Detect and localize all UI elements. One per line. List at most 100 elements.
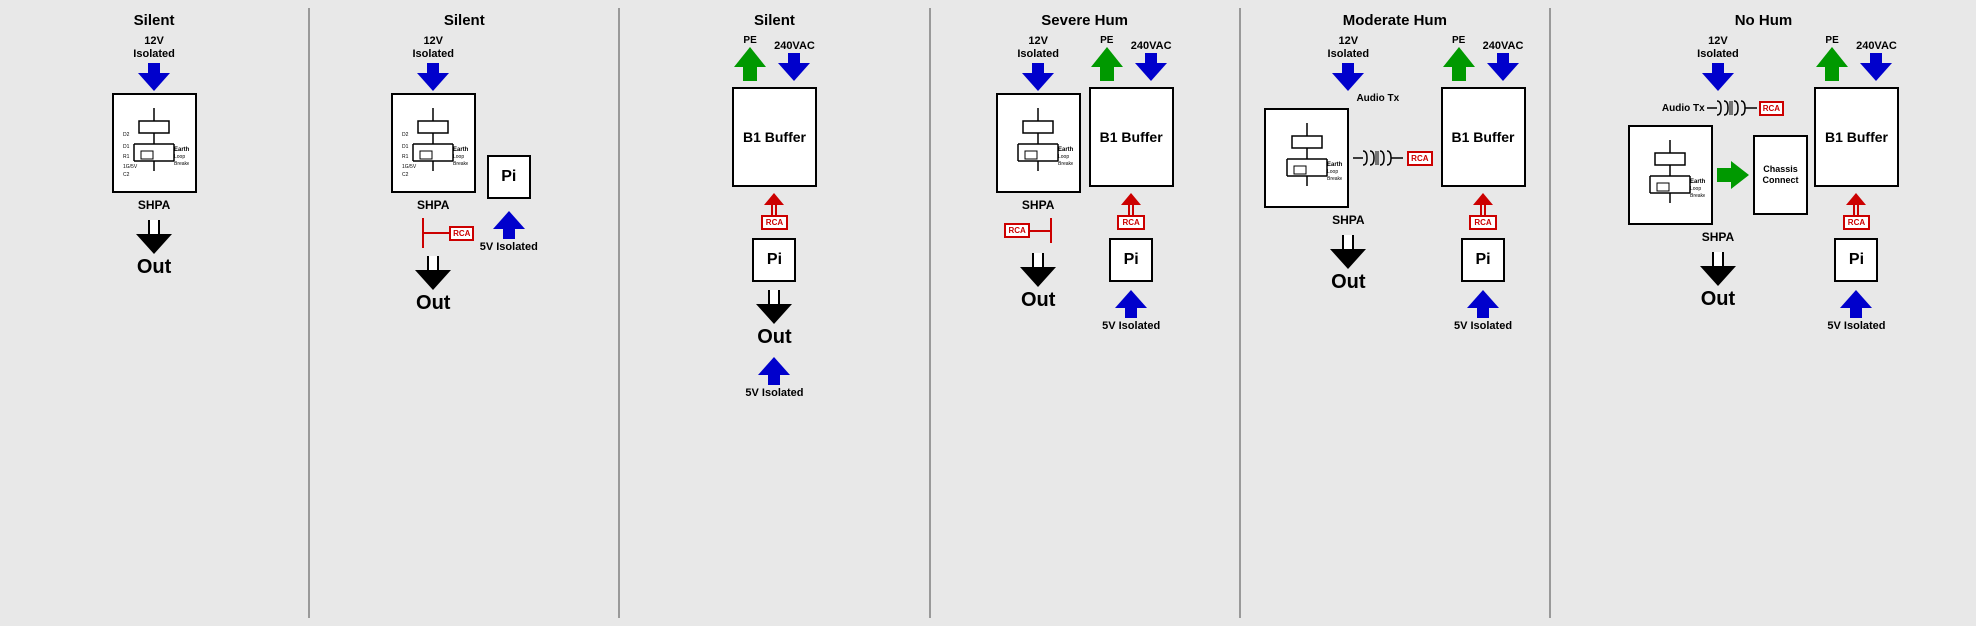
b1-box-3: B1 Buffer [732, 87, 817, 187]
svg-text:Breaker: Breaker [1327, 176, 1342, 182]
svg-text:Breaker: Breaker [453, 161, 468, 167]
pe-label-4: PE [1100, 35, 1113, 47]
scenario-2-col1: 12V Isolated [391, 35, 476, 315]
rca-up-5: RCA [1469, 193, 1496, 230]
blue-down-arrow-5 [1332, 63, 1364, 91]
divider-1 [308, 8, 310, 618]
rca-up-3: RCA [761, 193, 788, 230]
scenario-1: Silent 12V Isolated [4, 8, 304, 618]
rca-badge-6b: RCA [1843, 215, 1870, 230]
circuit-svg-5: Earth Loop Breaker [1272, 121, 1342, 196]
svg-text:Breaker: Breaker [174, 161, 189, 167]
circuit-svg-1: Earth Loop Breaker D2 D1 R1 1G/5V C2 100… [119, 106, 189, 181]
rca-badge-5b: RCA [1469, 215, 1496, 230]
shpa-box-4: Earth Loop Breaker [996, 93, 1081, 193]
240vac-label-3: 240VAC [774, 40, 815, 53]
green-up-arrow-4 [1091, 47, 1123, 81]
b1-label-3: B1 Buffer [743, 129, 806, 145]
shpa-box-5: Earth Loop Breaker [1264, 108, 1349, 208]
5v-up-arrow-4 [1115, 290, 1147, 318]
out-arrow-2 [415, 256, 451, 290]
scenario-6: No Hum 12V Isolated Audio Tx [1555, 8, 1972, 618]
out-label-4: Out [1021, 289, 1055, 312]
svg-text:Earth: Earth [1690, 179, 1705, 185]
rca-badge-4b: RCA [1117, 215, 1144, 230]
b1-box-6: B1 Buffer [1814, 87, 1899, 187]
240vac-label-4: 240VAC [1131, 40, 1172, 53]
b1-label-4: B1 Buffer [1100, 129, 1163, 145]
scenario-1-title: Silent [134, 12, 175, 29]
blue-down-arrow-2 [417, 63, 449, 91]
out-arrow-3 [756, 290, 792, 324]
scenario-5-shpa-col: 12V Isolated Audio Tx [1264, 35, 1432, 294]
scenario-3: Silent PE 240VAC [624, 8, 924, 618]
out-label-6: Out [1701, 288, 1735, 311]
shpa-label-5: SHPA [1332, 213, 1364, 227]
scenario-3-title: Silent [754, 12, 795, 29]
svg-text:100n: 100n [123, 180, 132, 181]
out-label-1: Out [137, 256, 171, 279]
scenario-6-shpa-col: 12V Isolated Audio Tx [1628, 35, 1808, 311]
b1-label-6: B1 Buffer [1825, 129, 1888, 145]
audio-tx-label-5: Audio Tx [1356, 93, 1399, 104]
blue-down-arrow-3 [778, 53, 810, 81]
svg-text:D2: D2 [402, 132, 409, 138]
scenario-6-b1-col: PE 240VAC B1 Bu [1814, 35, 1899, 333]
divider-3 [929, 8, 931, 618]
scenario-3-b1-col: PE 240VAC B1 Bu [732, 35, 817, 400]
scenario-4-title: Severe Hum [1041, 12, 1128, 29]
blue-down-arrow-4b [1135, 53, 1167, 81]
green-up-arrow-5 [1443, 47, 1475, 81]
scenario-4-shpa-col: 12V Isolated [996, 35, 1081, 312]
svg-text:Earth: Earth [453, 147, 468, 153]
svg-text:Earth: Earth [1327, 162, 1342, 168]
divider-2 [618, 8, 620, 618]
5v-isolated-label-4: 5V Isolated [1102, 320, 1160, 333]
pi-box-2: Pi [487, 155, 531, 199]
svg-text:D2: D2 [123, 132, 130, 138]
svg-text:Loop: Loop [1690, 186, 1701, 192]
blue-down-arrow-6 [1702, 63, 1734, 91]
svg-text:Breaker: Breaker [1058, 161, 1073, 167]
svg-text:Earth: Earth [174, 147, 189, 153]
240vac-label-5: 240VAC [1483, 40, 1524, 53]
b1-box-5: B1 Buffer [1441, 87, 1526, 187]
blue-down-arrow-5b [1487, 53, 1519, 81]
out-arrow-1 [136, 220, 172, 254]
green-up-arrow-3 [734, 47, 766, 81]
5v-isolated-label-3: 5V Isolated [745, 387, 803, 400]
out-label-5: Out [1331, 271, 1365, 294]
green-up-arrow-6 [1816, 47, 1848, 81]
5v-up-arrow-6 [1840, 290, 1872, 318]
5v-isolated-label-6: 5V Isolated [1827, 320, 1885, 333]
svg-text:1G/5V: 1G/5V [402, 164, 417, 170]
shpa-label-1: SHPA [138, 198, 170, 212]
transformer-6 [1707, 93, 1757, 123]
svg-text:C2: C2 [123, 172, 130, 178]
rca-up-6: RCA [1843, 193, 1870, 230]
svg-text:Loop: Loop [174, 154, 185, 160]
5v-isolated-label-5: 5V Isolated [1454, 320, 1512, 333]
scenario-1-col1: 12V Isolated [112, 35, 197, 279]
scenario-2-pi-col: Pi 5V Isolated [480, 155, 538, 254]
rca-badge-3: RCA [761, 215, 788, 230]
out-label-3: Out [757, 326, 791, 349]
blue-down-arrow-4 [1022, 63, 1054, 91]
out-arrow-5 [1330, 235, 1366, 269]
rca-badge-5: RCA [1407, 151, 1432, 166]
pe-label-3: PE [743, 35, 756, 47]
pi-box-5: Pi [1461, 238, 1505, 282]
pi-box-3: Pi [752, 238, 796, 282]
svg-text:Loop: Loop [453, 154, 464, 160]
circuit-svg-4: Earth Loop Breaker [1003, 106, 1073, 181]
svg-text:Loop: Loop [1058, 154, 1069, 160]
shpa-box-1: Earth Loop Breaker D2 D1 R1 1G/5V C2 100… [112, 93, 197, 193]
green-right-arrow-6 [1717, 161, 1749, 189]
rca-up-4: RCA [1117, 193, 1144, 230]
chassis-connect-box-6: Chassis Connect [1753, 135, 1808, 215]
12v-isolated-label-6: 12V Isolated [1697, 35, 1739, 61]
circuit-svg-6: Earth Loop Breaker [1635, 138, 1705, 213]
12v-isolated-label-1: 12V Isolated [133, 35, 175, 61]
12v-isolated-label-2: 12V Isolated [412, 35, 454, 61]
scenario-6-title: No Hum [1735, 12, 1793, 29]
